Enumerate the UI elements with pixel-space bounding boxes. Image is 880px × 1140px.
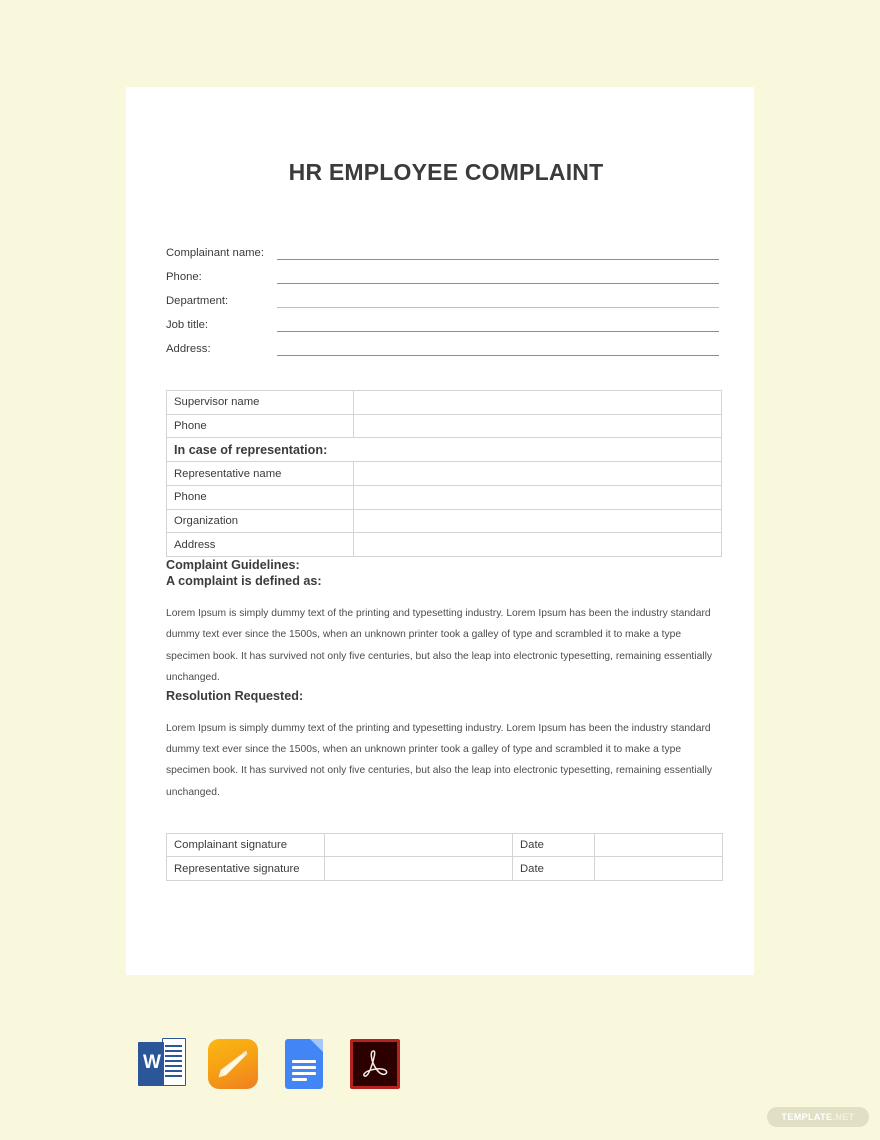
cell-label-complainant-signature: Complainant signature (166, 832, 325, 858)
cell-section-in-case-of-representation: In case of representation: (166, 437, 722, 463)
cell-label-organization: Organization (166, 508, 354, 534)
paragraph-resolution-requested: Lorem Ipsum is simply dummy text of the … (166, 722, 713, 798)
complainant-fields: Complainant name: Phone: Department: Job… (166, 239, 719, 359)
cell-value-representative-date[interactable] (594, 856, 723, 882)
adobe-pdf-icon[interactable] (348, 1037, 402, 1091)
field-row-complainant-name[interactable]: Complainant name: (166, 239, 719, 263)
cell-value-representative-signature[interactable] (324, 856, 513, 882)
cell-value-organization[interactable] (353, 508, 722, 534)
watermark-secondary: .NET (832, 1112, 855, 1122)
cell-value-representative-phone[interactable] (353, 485, 722, 510)
field-row-address[interactable]: Address: (166, 335, 719, 359)
field-row-job-title[interactable]: Job title: (166, 311, 719, 335)
heading-complaint-defined: A complaint is defined as: (166, 574, 322, 589)
watermark-primary: TEMPLATE (781, 1112, 833, 1122)
cell-value-complainant-signature[interactable] (324, 832, 513, 858)
document-sheet: HR EMPLOYEE COMPLAINT Complainant name: … (126, 87, 754, 975)
table-row: Address (166, 532, 722, 558)
template-net-watermark: TEMPLATE .NET (767, 1107, 869, 1127)
pages-pen-glyph (218, 1050, 248, 1078)
field-label-phone: Phone: (166, 271, 202, 283)
gdocs-fold-corner (310, 1039, 323, 1052)
table-row: Organization (166, 508, 722, 534)
google-docs-icon[interactable] (277, 1037, 331, 1091)
table-row: Phone (166, 413, 722, 439)
field-input-address[interactable] (277, 355, 719, 356)
pdf-acrobat-glyph (363, 1050, 388, 1077)
cell-label-representative-date: Date (512, 856, 595, 882)
page-title: HR EMPLOYEE COMPLAINT (288, 159, 604, 185)
table-row: Complainant signature Date (166, 832, 723, 858)
cell-label-representative-address: Address (166, 532, 354, 558)
field-input-complainant-name[interactable] (277, 259, 719, 260)
word-page-shape (162, 1038, 186, 1086)
cell-value-supervisor-name[interactable] (353, 390, 722, 415)
cell-label-supervisor-phone: Phone (166, 413, 354, 439)
cell-label-supervisor-name: Supervisor name (166, 390, 354, 415)
table-row-section-header: In case of representation: (166, 437, 722, 463)
field-label-department: Department: (166, 295, 229, 307)
table-row: Representative name (166, 461, 722, 487)
field-row-department[interactable]: Department: (166, 287, 719, 311)
document-content: HR EMPLOYEE COMPLAINT Complainant name: … (166, 87, 726, 882)
field-label-complainant-name: Complainant name: (166, 247, 264, 259)
table-row: Representative signature Date (166, 856, 723, 882)
signature-table: Complainant signature Date Representativ… (166, 832, 723, 882)
field-label-job-title: Job title: (166, 319, 209, 331)
field-row-phone[interactable]: Phone: (166, 263, 719, 287)
cell-label-representative-phone: Phone (166, 485, 354, 510)
supervisor-representation-table: Supervisor name Phone In case of represe… (166, 390, 722, 558)
heading-resolution-requested: Resolution Requested: (166, 688, 304, 703)
table-row: Phone (166, 485, 722, 510)
table-row: Supervisor name (166, 390, 722, 415)
apple-pages-icon[interactable] (206, 1037, 260, 1091)
cell-label-representative-signature: Representative signature (166, 856, 325, 882)
cell-value-representative-address[interactable] (353, 532, 722, 558)
paragraph-complaint-defined: Lorem Ipsum is simply dummy text of the … (166, 608, 713, 683)
field-label-address: Address: (166, 343, 211, 355)
cell-value-supervisor-phone[interactable] (353, 413, 722, 439)
field-input-job-title[interactable] (277, 331, 719, 332)
cell-label-complainant-date: Date (512, 832, 595, 858)
heading-complaint-guidelines: Complaint Guidelines: (166, 558, 300, 573)
cell-value-complainant-date[interactable] (594, 832, 723, 858)
microsoft-word-icon[interactable]: W (135, 1037, 189, 1091)
field-input-department[interactable] (277, 307, 719, 308)
word-letter: W (143, 1052, 161, 1073)
field-input-phone[interactable] (277, 283, 719, 284)
cell-value-representative-name[interactable] (353, 461, 722, 487)
file-format-icons: W (135, 1037, 402, 1091)
cell-label-representative-name: Representative name (166, 461, 354, 487)
